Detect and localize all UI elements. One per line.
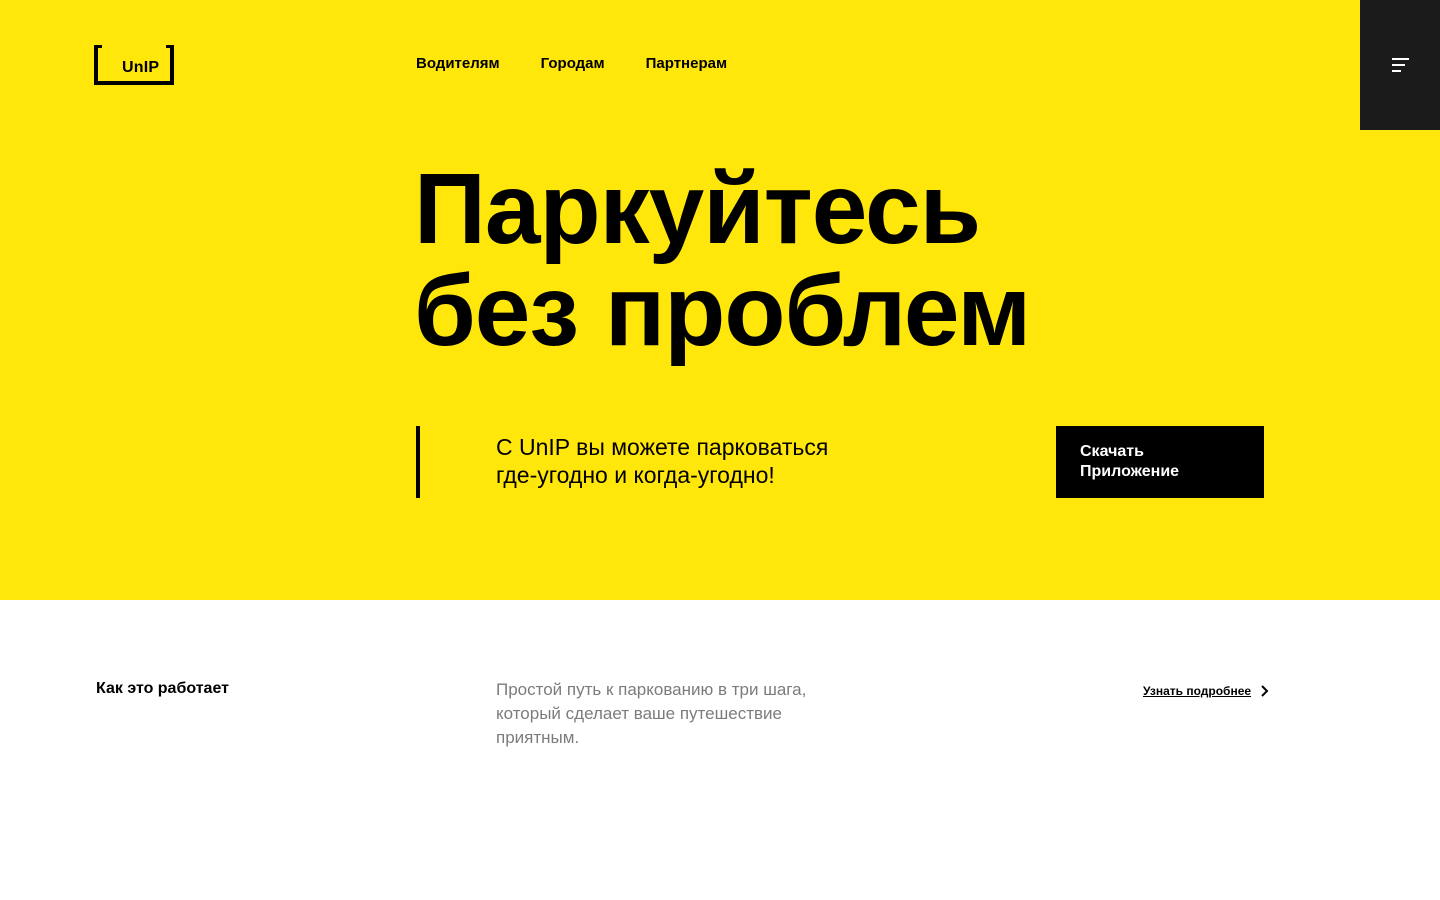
logo[interactable]: UnIP — [94, 45, 174, 85]
main-nav: Водителям Городам Партнерам — [416, 55, 727, 72]
nav-item-partners[interactable]: Партнерам — [646, 55, 727, 72]
hero-title-line1: Паркуйтесь — [414, 153, 981, 265]
learn-more-label: Узнать подробнее — [1143, 684, 1252, 698]
hero-tagline-line1: С UnIP вы можете парковаться — [496, 434, 829, 460]
menu-button[interactable] — [1360, 0, 1440, 130]
quote-divider — [416, 426, 420, 498]
hero-title-line2: без проблем — [414, 255, 1031, 367]
download-button-line2: Приложение — [1080, 463, 1180, 480]
how-it-works-description: Простой путь к паркованию в три шага, ко… — [496, 680, 807, 747]
learn-more-link[interactable]: Узнать подробнее — [1143, 683, 1271, 699]
hero-tagline: С UnIP вы можете парковаться где-угодно … — [496, 433, 916, 489]
download-button-line1: Скачать — [1080, 443, 1144, 460]
hero-tagline-line2: где-угодно и когда-угодно! — [496, 462, 775, 488]
download-app-button[interactable]: Скачать Приложение — [1056, 426, 1264, 498]
hero-title: Паркуйтесь без проблем — [414, 158, 1114, 362]
chevron-right-icon — [1261, 685, 1269, 697]
how-it-works-title: Как это работает — [96, 680, 229, 697]
hero-section: UnIP Водителям Городам Партнерам Паркуйт… — [0, 0, 1440, 600]
logo-text: UnIP — [122, 59, 160, 76]
nav-item-cities[interactable]: Городам — [541, 55, 605, 72]
hamburger-menu-icon — [1392, 58, 1409, 60]
nav-item-drivers[interactable]: Водителям — [416, 55, 500, 72]
